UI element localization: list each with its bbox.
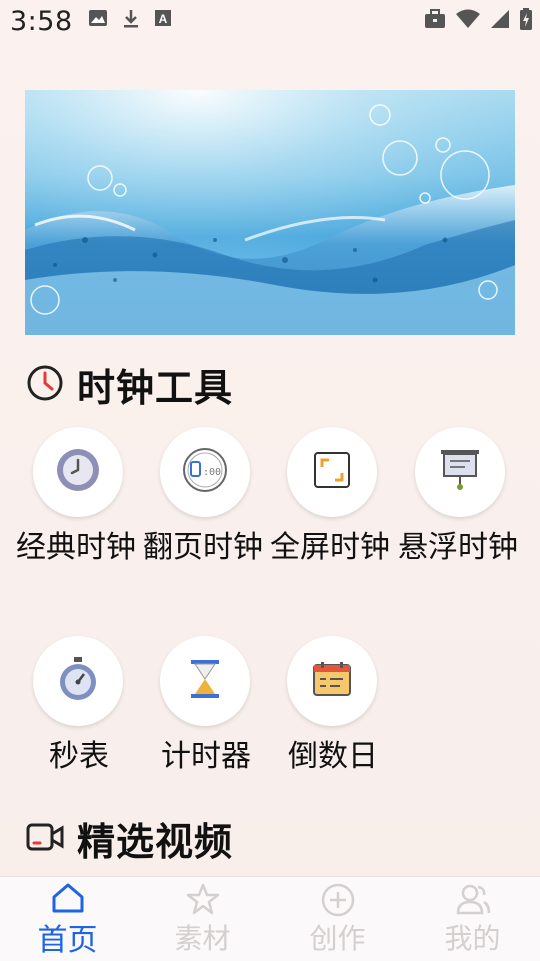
tool-label: 悬浮时钟 [398, 530, 518, 565]
tool-label: 秒表 [49, 739, 109, 774]
video-camera-icon [25, 817, 65, 861]
tool-timer[interactable]: 计时器 [151, 636, 278, 782]
tool-classic-clock[interactable]: 经典时钟 [16, 427, 151, 573]
nav-label: 我的 [444, 922, 501, 955]
tool-flip-clock[interactable]: :00 翻页时钟 [143, 427, 278, 573]
tool-stopwatch[interactable]: 秒表 [24, 636, 151, 782]
section-title: 精选视频 [77, 820, 234, 864]
tool-countdown-days[interactable]: 倒数日 [278, 636, 405, 782]
svg-text::00: :00 [203, 467, 221, 478]
tool-floating-clock[interactable]: 悬浮时钟 [398, 427, 533, 573]
bottom-nav: 首页 素材 创作 我的 [0, 876, 540, 961]
clock-tools-header: 时钟工具 [25, 357, 233, 412]
calendar-icon [312, 661, 352, 701]
briefcase-icon [424, 9, 446, 33]
nav-item-profile[interactable]: 我的 [405, 877, 540, 961]
section-title: 时钟工具 [77, 366, 234, 410]
download-icon [122, 9, 140, 33]
digital-clock-icon: :00 [182, 447, 228, 497]
banner-image[interactable] [25, 90, 515, 335]
signal-icon [490, 9, 510, 33]
fullscreen-icon [312, 450, 352, 494]
nav-label: 素材 [174, 922, 231, 955]
presentation-board-icon [439, 447, 481, 497]
users-icon [455, 883, 491, 919]
hourglass-icon [188, 659, 222, 703]
tool-label: 翻页时钟 [143, 530, 263, 565]
battery-icon [520, 8, 532, 34]
nav-label: 创作 [309, 922, 366, 955]
nav-item-materials[interactable]: 素材 [135, 877, 270, 961]
status-time: 3:58 [10, 6, 73, 37]
tool-label: 经典时钟 [16, 530, 136, 565]
stopwatch-icon [57, 656, 99, 706]
nav-label: 首页 [37, 923, 98, 958]
image-icon [88, 9, 108, 33]
analog-clock-icon [55, 447, 101, 497]
plus-circle-icon [321, 883, 355, 921]
nav-item-create[interactable]: 创作 [270, 877, 405, 961]
home-icon [51, 883, 85, 917]
wifi-icon [456, 9, 480, 33]
svg-text:A: A [159, 12, 168, 26]
featured-videos-header: 精选视频 [25, 811, 233, 866]
nav-item-home[interactable]: 首页 [0, 877, 135, 961]
clock-icon [25, 363, 65, 407]
tool-label: 倒数日 [288, 739, 378, 774]
tool-label: 计时器 [161, 739, 251, 774]
status-bar: 3:58 A [0, 0, 540, 44]
tool-fullscreen-clock[interactable]: 全屏时钟 [270, 427, 405, 573]
text-a-icon: A [154, 9, 172, 33]
tool-label: 全屏时钟 [270, 530, 390, 565]
star-icon [186, 883, 220, 919]
